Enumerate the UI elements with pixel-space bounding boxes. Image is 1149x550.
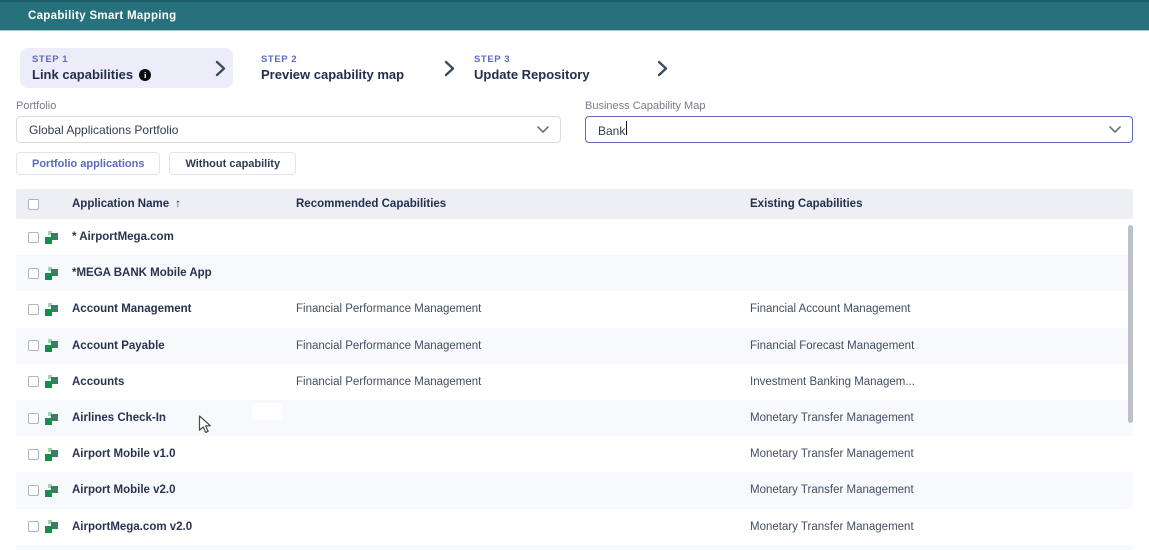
text-caret xyxy=(626,121,627,135)
table-row[interactable]: Airlines Check-In Monetary Transfer Mana… xyxy=(16,400,1133,436)
application-icon xyxy=(45,412,58,425)
step-1-link-capabilities[interactable]: STEP 1 Link capabilities i xyxy=(20,48,233,88)
table-row[interactable]: Account Payable Financial Performance Ma… xyxy=(16,328,1133,364)
without-capability-button[interactable]: Without capability xyxy=(169,152,296,175)
filter-buttons: Portfolio applications Without capabilit… xyxy=(16,152,1149,175)
row-checkbox[interactable] xyxy=(28,449,39,460)
row-checkbox[interactable] xyxy=(28,340,39,351)
application-name-cell[interactable]: Account Management xyxy=(72,303,296,315)
step-3-title: Update Repository xyxy=(474,67,590,82)
chevron-right-icon xyxy=(214,59,227,78)
filters-row: Portfolio Global Applications Portfolio … xyxy=(16,100,1133,143)
app-header: Capability Smart Mapping xyxy=(0,0,1149,31)
vertical-scrollbar[interactable] xyxy=(1128,225,1133,423)
sort-ascending-icon[interactable]: ↑ xyxy=(175,198,181,210)
application-icon xyxy=(45,484,58,497)
mouse-cursor xyxy=(198,415,213,436)
application-icon xyxy=(45,375,58,388)
row-checkbox[interactable] xyxy=(28,485,39,496)
step-3-update-repository[interactable]: STEP 3 Update Repository xyxy=(462,48,675,88)
row-checkbox[interactable] xyxy=(28,232,39,243)
table-row[interactable]: * AirportMega.com xyxy=(16,219,1133,255)
table-header-row: Application Name↑ Recommended Capabiliti… xyxy=(16,189,1133,219)
application-name-cell[interactable]: Accounts xyxy=(72,376,296,388)
existing-capability-cell[interactable]: Investment Banking Managem... xyxy=(750,376,1133,388)
capability-map-value: Bank xyxy=(598,121,1108,138)
row-checkbox[interactable] xyxy=(28,376,39,387)
application-name-cell[interactable]: *MEGA BANK Mobile App xyxy=(72,267,296,279)
table-row[interactable]: Airport Mobile v1.0 Monetary Transfer Ma… xyxy=(16,436,1133,472)
application-name-cell[interactable]: Airport Mobile v1.0 xyxy=(72,448,296,460)
chevron-right-icon xyxy=(443,59,456,78)
step-2-title: Preview capability map xyxy=(261,67,404,82)
wizard-stepper: STEP 1 Link capabilities i STEP 2 Previe… xyxy=(20,48,1149,88)
column-existing-capabilities[interactable]: Existing Capabilities xyxy=(750,198,1133,210)
capability-map-input[interactable]: Bank xyxy=(585,116,1133,143)
info-icon[interactable]: i xyxy=(139,69,151,81)
row-checkbox[interactable] xyxy=(28,521,39,532)
hover-artifact xyxy=(252,403,282,420)
step-3-label: STEP 3 xyxy=(474,54,590,65)
portfolio-select[interactable]: Global Applications Portfolio xyxy=(16,116,561,143)
select-all-checkbox[interactable] xyxy=(28,199,39,210)
recommended-capability-cell[interactable]: Financial Performance Management xyxy=(296,303,750,315)
application-icon xyxy=(45,231,58,244)
existing-capability-cell[interactable]: Monetary Transfer Management xyxy=(750,484,1133,496)
existing-capability-cell[interactable]: Financial Forecast Management xyxy=(750,340,1133,352)
application-name-cell[interactable]: Account Payable xyxy=(72,340,296,352)
existing-capability-cell[interactable]: Monetary Transfer Management xyxy=(750,521,1133,533)
application-icon xyxy=(45,267,58,280)
application-icon xyxy=(45,303,58,316)
table-row[interactable]: AirportMega.com v2.0 Monetary Transfer M… xyxy=(16,509,1133,545)
application-icon xyxy=(45,520,58,533)
step-2-preview-capability-map[interactable]: STEP 2 Preview capability map xyxy=(249,48,462,88)
chevron-right-icon xyxy=(656,59,669,78)
application-name-cell[interactable]: Airport Mobile v2.0 xyxy=(72,484,296,496)
existing-capability-cell[interactable]: Monetary Transfer Management xyxy=(750,448,1133,460)
row-checkbox[interactable] xyxy=(28,304,39,315)
table-body: * AirportMega.com *MEGA BANK Mobile App … xyxy=(16,219,1133,550)
table-row[interactable]: Accounts Financial Performance Managemen… xyxy=(16,364,1133,400)
table-row-partial xyxy=(16,545,1133,550)
portfolio-label: Portfolio xyxy=(16,100,561,112)
recommended-capability-cell[interactable]: Financial Performance Management xyxy=(296,376,750,388)
step-1-label: STEP 1 xyxy=(32,54,151,65)
table-row[interactable]: *MEGA BANK Mobile App xyxy=(16,255,1133,291)
table-row[interactable]: Airport Mobile v2.0 Monetary Transfer Ma… xyxy=(16,472,1133,508)
step-2-label: STEP 2 xyxy=(261,54,404,65)
page-title: Capability Smart Mapping xyxy=(28,10,176,22)
application-name-cell[interactable]: * AirportMega.com xyxy=(72,231,296,243)
applications-table: Application Name↑ Recommended Capabiliti… xyxy=(16,189,1133,550)
portfolio-applications-button[interactable]: Portfolio applications xyxy=(16,152,160,175)
chevron-down-icon xyxy=(536,125,550,134)
column-recommended-capabilities[interactable]: Recommended Capabilities xyxy=(296,198,750,210)
application-icon xyxy=(45,448,58,461)
row-checkbox[interactable] xyxy=(28,268,39,279)
table-row[interactable]: Account Management Financial Performance… xyxy=(16,291,1133,327)
application-name-cell[interactable]: AirportMega.com v2.0 xyxy=(72,521,296,533)
step-1-title: Link capabilities i xyxy=(32,67,151,82)
column-application-name[interactable]: Application Name↑ xyxy=(72,198,296,210)
existing-capability-cell[interactable]: Monetary Transfer Management xyxy=(750,412,1133,424)
capability-map-label: Business Capability Map xyxy=(585,100,1133,112)
application-icon xyxy=(45,339,58,352)
portfolio-value: Global Applications Portfolio xyxy=(29,123,536,137)
chevron-down-icon xyxy=(1108,125,1122,134)
existing-capability-cell[interactable]: Financial Account Management xyxy=(750,303,1133,315)
recommended-capability-cell[interactable]: Financial Performance Management xyxy=(296,340,750,352)
row-checkbox[interactable] xyxy=(28,413,39,424)
